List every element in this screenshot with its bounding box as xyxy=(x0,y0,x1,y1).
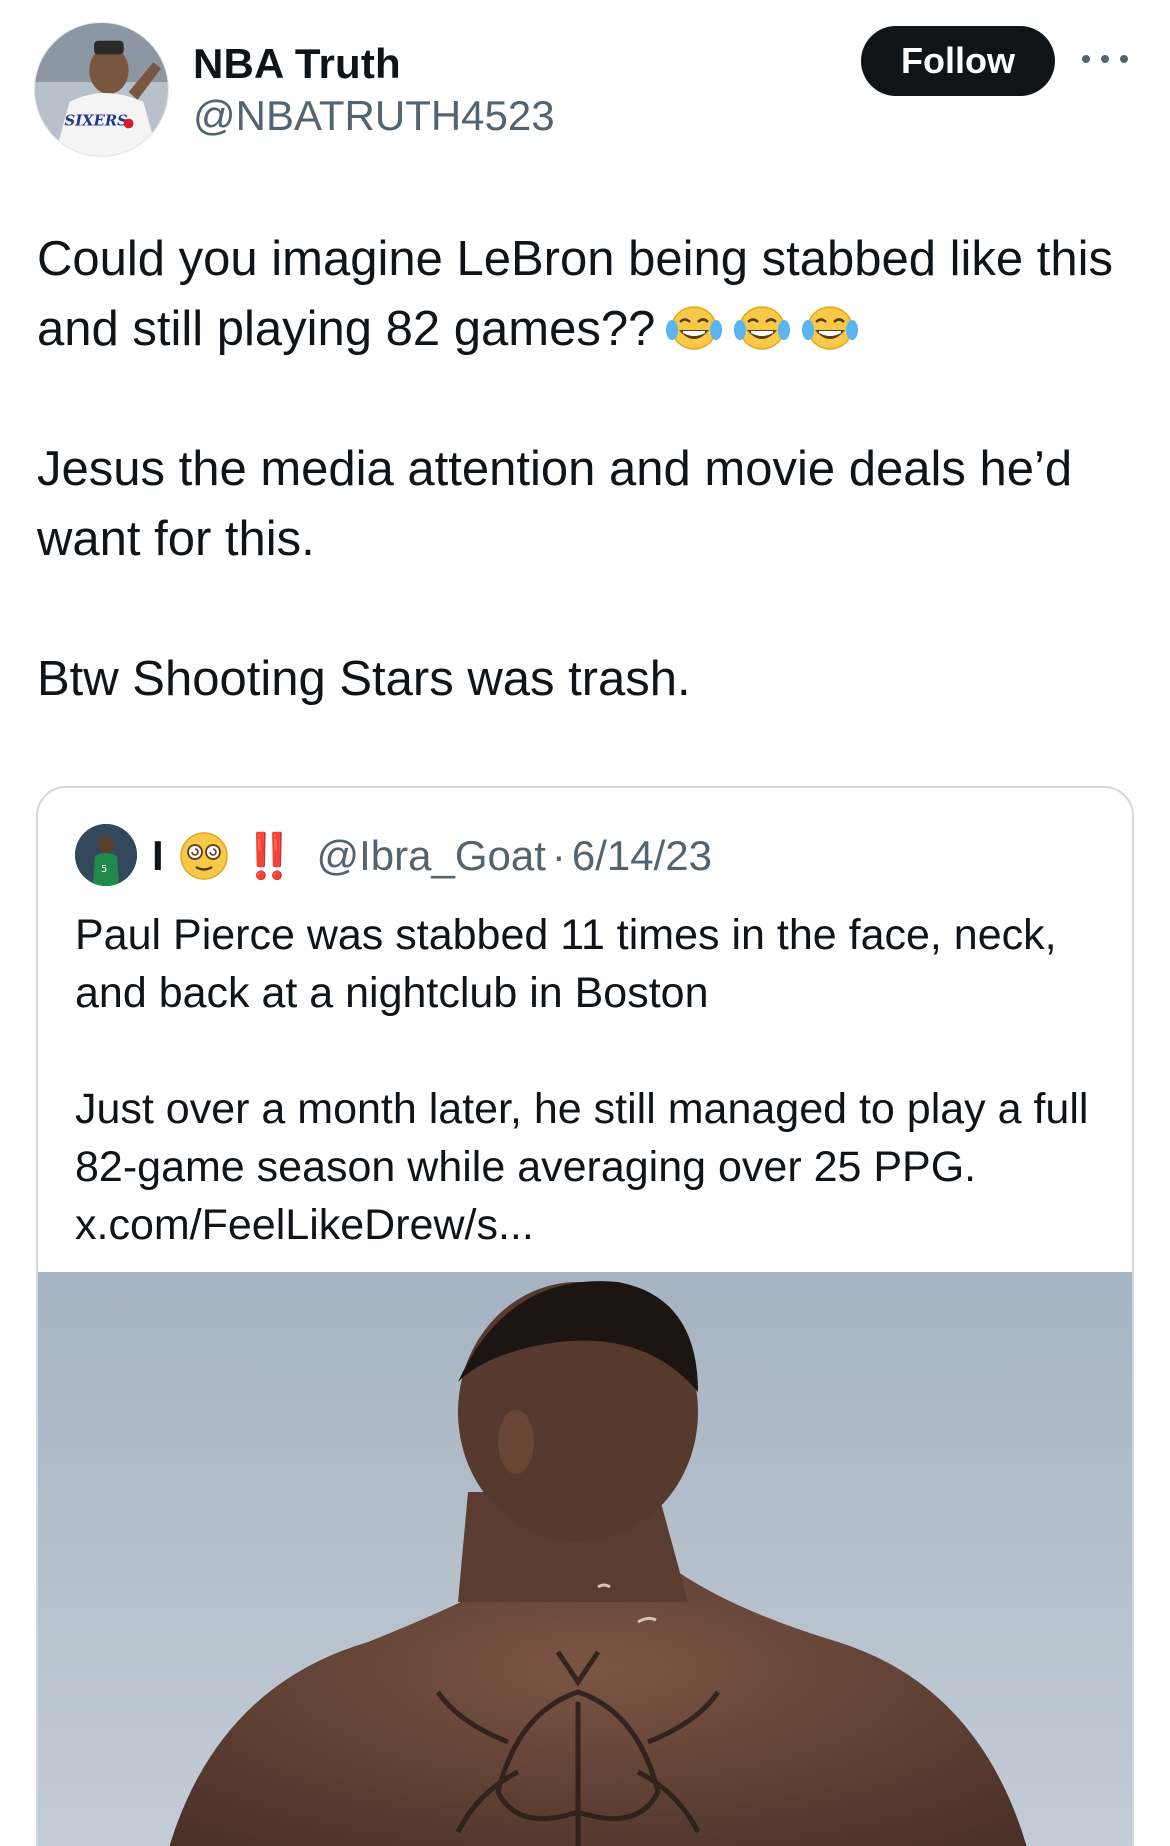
svg-text:5: 5 xyxy=(101,864,107,875)
face-with-spiral-eyes-icon xyxy=(178,830,230,882)
author-handle[interactable]: @NBATRUTH4523 xyxy=(193,92,555,140)
meta-separator: · xyxy=(551,832,566,879)
quoted-tweet-text: Paul Pierce was stabbed 11 times in the … xyxy=(75,906,1115,1254)
author-avatar[interactable]: SIXERS xyxy=(34,22,169,157)
quoted-tweet-meta: I ‼️ @Ibra_Goat · 6/14/23 xyxy=(152,826,712,886)
quoted-link[interactable]: x.com/FeelLikeDrew/s... xyxy=(75,1196,1115,1254)
double-exclamation-icon: ‼️ xyxy=(241,832,297,881)
tweet-paragraph-1-text: Could you imagine LeBron being stabbed l… xyxy=(37,232,1113,356)
face-with-tears-of-joy-icon xyxy=(801,302,859,352)
tweet-paragraph-1: Could you imagine LeBron being stabbed l… xyxy=(37,224,1137,364)
quoted-author-handle[interactable]: @Ibra_Goat xyxy=(316,832,545,880)
quoted-author-avatar[interactable]: 5 xyxy=(75,824,137,886)
tweet-paragraph-2: Jesus the media attention and movie deal… xyxy=(37,442,1073,566)
quoted-tweet-date[interactable]: 6/14/23 xyxy=(572,832,712,880)
more-horizontal-icon[interactable] xyxy=(1082,44,1128,74)
tweet-paragraph-3: Btw Shooting Stars was trash. xyxy=(37,652,691,706)
quoted-tweet-image[interactable] xyxy=(38,1272,1132,1846)
tweet-text: Could you imagine LeBron being stabbed l… xyxy=(37,224,1137,714)
tweet-detail: SIXERS NBA Truth @NBATRUTH4523 Follow Co… xyxy=(0,0,1170,1846)
follow-button[interactable]: Follow xyxy=(861,26,1055,96)
quoted-author-name[interactable]: I xyxy=(152,832,164,880)
quoted-paragraph-2: Just over a month later, he still manage… xyxy=(75,1085,1089,1191)
face-with-tears-of-joy-icon xyxy=(733,302,791,352)
quoted-paragraph-1: Paul Pierce was stabbed 11 times in the … xyxy=(75,911,1057,1017)
svg-text:SIXERS: SIXERS xyxy=(65,112,129,129)
author-name[interactable]: NBA Truth xyxy=(193,40,401,88)
quoted-tweet-card[interactable]: 5 I ‼️ @Ibra_Goat · 6/14/23 Paul Pierce … xyxy=(36,786,1134,1846)
face-with-tears-of-joy-icon xyxy=(665,302,723,352)
